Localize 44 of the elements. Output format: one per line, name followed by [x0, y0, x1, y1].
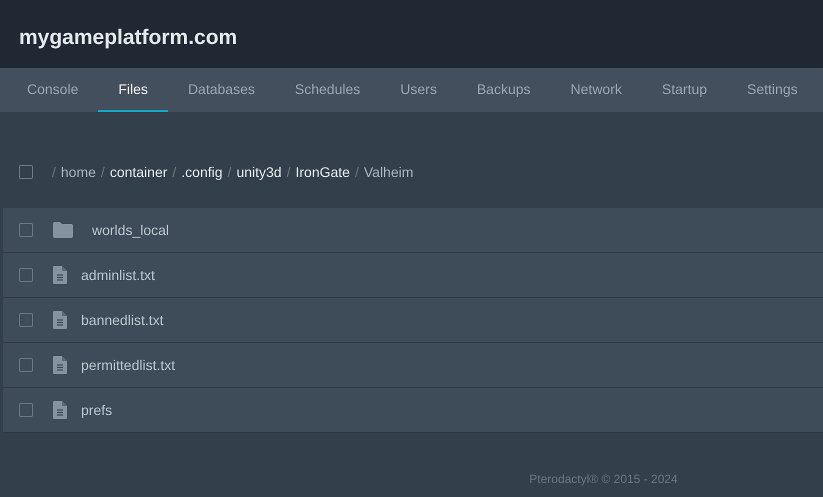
- nav-tab[interactable]: Settings: [727, 68, 818, 112]
- file-name[interactable]: bannedlist.txt: [81, 312, 164, 328]
- row-checkbox[interactable]: [19, 223, 33, 237]
- path-separator: /: [354, 164, 359, 180]
- nav-tab[interactable]: Databases: [168, 68, 275, 112]
- file-name[interactable]: prefs: [81, 402, 112, 418]
- nav-tab[interactable]: Files: [98, 68, 168, 112]
- nav-tab[interactable]: Users: [380, 68, 457, 112]
- file-icon: [53, 266, 67, 284]
- file-icon: [53, 311, 67, 329]
- breadcrumb-text: home: [60, 164, 96, 180]
- breadcrumb-link[interactable]: IronGate: [295, 164, 350, 180]
- nav-tab[interactable]: Console: [7, 68, 98, 112]
- row-checkbox[interactable]: [19, 313, 33, 327]
- footer-text: Pterodactyl® © 2015 - 2024: [529, 472, 678, 486]
- file-icon: [53, 401, 67, 419]
- file-row[interactable]: bannedlist.txt: [3, 298, 823, 343]
- path-separator: /: [172, 164, 176, 180]
- breadcrumb-link[interactable]: unity3d: [236, 164, 282, 180]
- file-name[interactable]: permittedlist.txt: [81, 357, 176, 373]
- path-separator: /: [286, 164, 290, 180]
- file-row[interactable]: permittedlist.txt: [3, 343, 823, 388]
- row-checkbox[interactable]: [19, 403, 33, 417]
- nav-tab[interactable]: Network: [550, 68, 642, 112]
- row-checkbox[interactable]: [19, 358, 33, 372]
- file-name[interactable]: worlds_local: [92, 222, 170, 238]
- path-separator: /: [100, 164, 105, 180]
- breadcrumb-link[interactable]: container: [110, 164, 168, 180]
- path-separator: /: [52, 164, 56, 180]
- file-row[interactable]: adminlist.txt: [3, 253, 823, 298]
- file-icon: [53, 356, 67, 374]
- breadcrumb-link[interactable]: .config: [181, 164, 223, 180]
- nav-tab[interactable]: Startup: [642, 68, 728, 112]
- site-title: mygameplatform.com: [19, 26, 238, 50]
- file-name[interactable]: adminlist.txt: [81, 267, 155, 283]
- file-row[interactable]: worlds_local: [3, 208, 823, 253]
- select-all-checkbox[interactable]: [19, 164, 33, 178]
- path-separator: /: [228, 164, 232, 180]
- row-checkbox[interactable]: [19, 268, 33, 282]
- nav-tab[interactable]: Backups: [456, 68, 551, 112]
- nav-tab[interactable]: Schedules: [274, 68, 380, 112]
- file-row[interactable]: prefs: [3, 388, 823, 433]
- folder-icon: [53, 222, 73, 238]
- breadcrumb-text: Valheim: [364, 164, 414, 180]
